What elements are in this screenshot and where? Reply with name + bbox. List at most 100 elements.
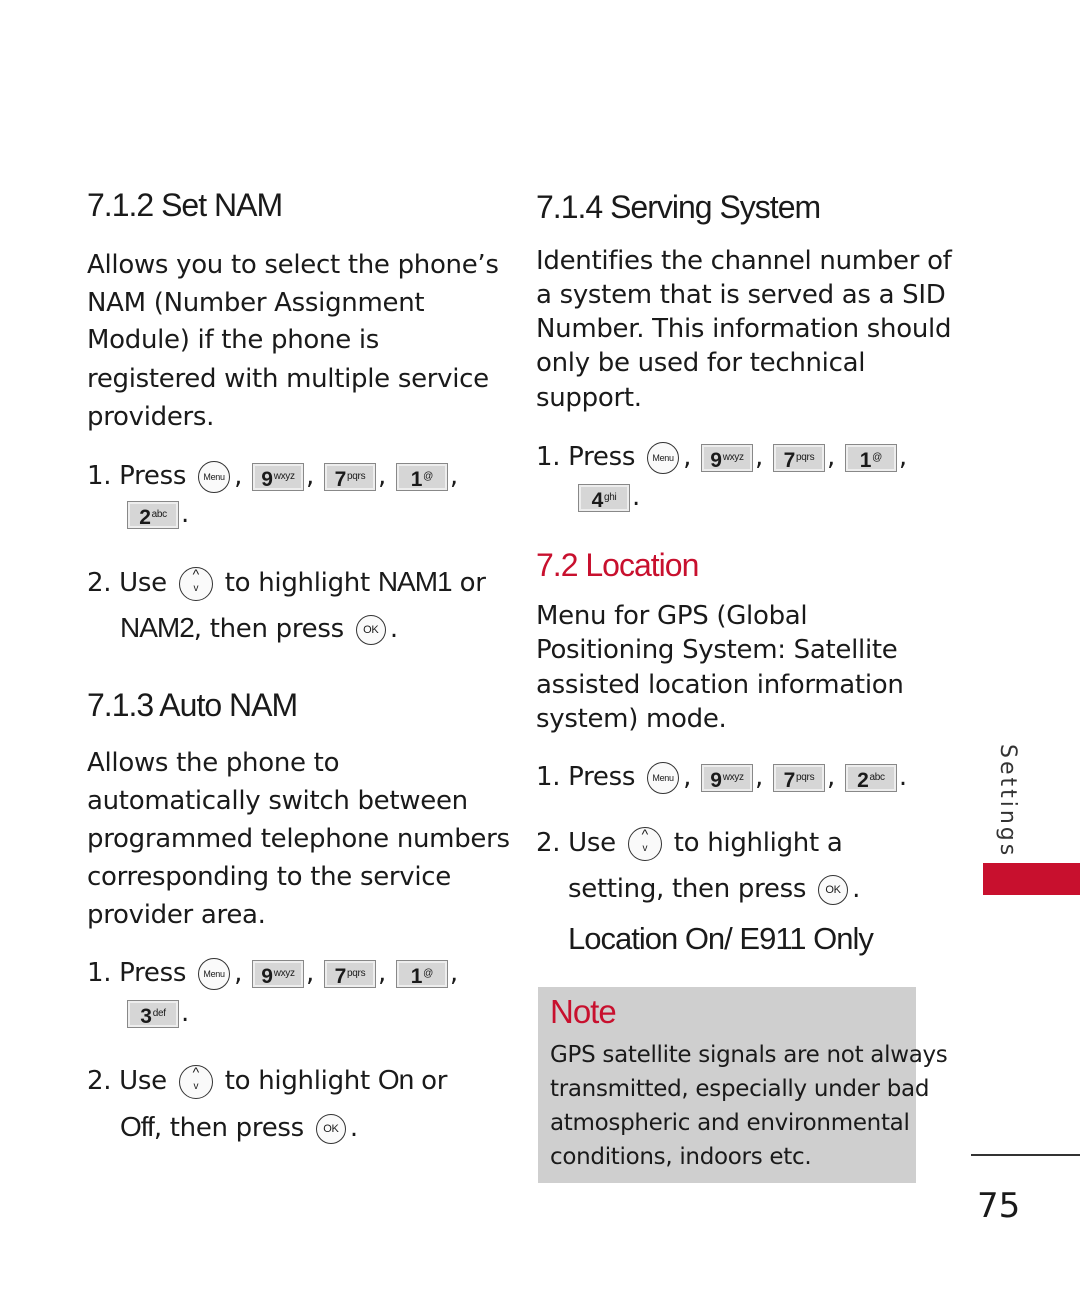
menu-key-icon: Menu — [647, 441, 680, 474]
menu-key-icon: Menu — [198, 957, 231, 990]
note-line: transmitted, especially under bad — [550, 1076, 930, 1102]
comma: , — [755, 762, 763, 792]
body-line: providers. — [87, 402, 215, 432]
key-7-icon: 7pqrs — [772, 763, 825, 792]
key-1-icon: 1@ — [395, 462, 448, 491]
body-line: system) mode. — [536, 704, 727, 734]
step-2-cont: setting, then press OK. — [568, 870, 860, 908]
heading-set-nam: 7.1.2 Set NAM — [87, 187, 283, 223]
step-text: 2. Use — [536, 828, 616, 858]
note-line: GPS satellite signals are not always — [550, 1042, 948, 1068]
location-options: Location On/ E911 Only — [568, 921, 874, 956]
body-line: Menu for GPS (Global — [536, 601, 808, 631]
comma: , — [449, 958, 458, 988]
comma: , — [377, 461, 386, 491]
step-text: 1. Press — [536, 762, 636, 792]
step-text: or — [421, 1066, 448, 1096]
step-2: 2. Use to highlight On or — [87, 1057, 448, 1102]
body-line: Number. This information should — [536, 314, 952, 344]
comma: , — [377, 958, 386, 988]
step-text: 1. Press — [87, 958, 187, 988]
body-line: a system that is served as a SID — [536, 280, 946, 310]
key-7-icon: 7pqrs — [323, 959, 376, 988]
step-1: 1. Press Menu, 9wxyz, 7pqrs, 1@, — [536, 438, 907, 476]
step-2-cont: NAM2, then press OK. — [120, 609, 398, 647]
section-tab-marker — [983, 863, 1080, 895]
comma: , — [306, 461, 314, 491]
ok-key-icon: OK — [818, 874, 849, 905]
option-text: NAM1 — [377, 566, 453, 597]
key-1-icon: 1@ — [395, 959, 448, 988]
body-line: automatically switch between — [87, 786, 468, 816]
section-tab-label: Settings — [995, 744, 1020, 859]
step-text: setting, then press — [568, 874, 807, 904]
nav-key-icon — [178, 559, 213, 604]
key-2-icon: 2abc — [127, 500, 179, 529]
step-1-cont: 3def. — [125, 994, 189, 1032]
nav-key-icon — [627, 819, 662, 864]
body-line: Module) if the phone is — [87, 325, 380, 355]
body-line: registered with multiple service — [87, 364, 489, 394]
heading-serving-system: 7.1.4 Serving System — [536, 189, 821, 225]
comma: , — [234, 958, 243, 988]
comma: , — [306, 958, 314, 988]
key-9-icon: 9wxyz — [252, 462, 305, 491]
key-9-icon: 9wxyz — [701, 763, 754, 792]
step-2-cont: Off, then press OK. — [120, 1108, 358, 1146]
body-line: support. — [536, 383, 642, 413]
period: . — [632, 482, 640, 512]
option-text: On — [377, 1064, 414, 1095]
key-9-icon: 9wxyz — [701, 443, 754, 472]
heading-auto-nam: 7.1.3 Auto NAM — [87, 687, 298, 723]
key-3-icon: 3def — [127, 999, 179, 1028]
page-number: 75 — [977, 1186, 1021, 1226]
step-text: to highlight — [224, 1066, 370, 1096]
body-line: only be used for technical — [536, 348, 866, 378]
comma: , — [898, 442, 907, 472]
step-2: 2. Use to highlight a — [536, 819, 843, 864]
comma: , — [234, 461, 243, 491]
ok-key-icon: OK — [315, 1113, 346, 1144]
step-1-cont: 2abc. — [125, 495, 189, 533]
note-box: Note GPS satellite signals are not alway… — [538, 987, 948, 1183]
note-line: atmospheric and environmental — [550, 1110, 910, 1136]
body-line: NAM (Number Assignment — [87, 288, 425, 318]
period: . — [349, 1113, 358, 1143]
comma: , — [683, 442, 692, 472]
body-line: Allows the phone to — [87, 748, 340, 778]
body-line: Identifies the channel number of — [536, 246, 952, 276]
menu-key-icon: Menu — [198, 460, 231, 493]
step-text: 2. Use — [87, 1066, 167, 1096]
step-text: to highlight a — [673, 828, 843, 858]
comma: , — [826, 762, 835, 792]
period: . — [181, 499, 189, 529]
comma: , — [683, 762, 692, 792]
key-2-icon: 2abc — [844, 763, 897, 792]
comma: , — [826, 442, 835, 472]
key-7-icon: 7pqrs — [772, 443, 825, 472]
key-9-icon: 9wxyz — [252, 959, 305, 988]
option-text: Off — [120, 1111, 155, 1142]
step-text: 1. Press — [536, 442, 636, 472]
step-1-cont: 4ghi. — [576, 478, 640, 516]
body-line: assisted location information — [536, 670, 904, 700]
menu-key-icon: Menu — [647, 761, 680, 794]
step-text: or — [459, 568, 486, 598]
key-1-icon: 1@ — [844, 443, 897, 472]
step-text: 1. Press — [87, 461, 187, 491]
comma: , — [449, 461, 458, 491]
period: . — [898, 762, 907, 792]
key-4-icon: 4ghi — [578, 483, 630, 512]
option-text: NAM2 — [120, 612, 195, 643]
key-7-icon: 7pqrs — [323, 462, 376, 491]
period: . — [181, 998, 189, 1028]
note-line: conditions, indoors etc. — [550, 1144, 812, 1170]
step-text: to highlight — [224, 568, 370, 598]
body-line: corresponding to the service — [87, 862, 451, 892]
body-line: Allows you to select the phone’s — [87, 250, 499, 280]
ok-key-icon: OK — [355, 614, 386, 645]
body-line: programmed telephone numbers — [87, 824, 510, 854]
step-text: , then press — [153, 1113, 304, 1143]
comma: , — [755, 442, 763, 472]
heading-location: 7.2 Location — [536, 547, 699, 583]
